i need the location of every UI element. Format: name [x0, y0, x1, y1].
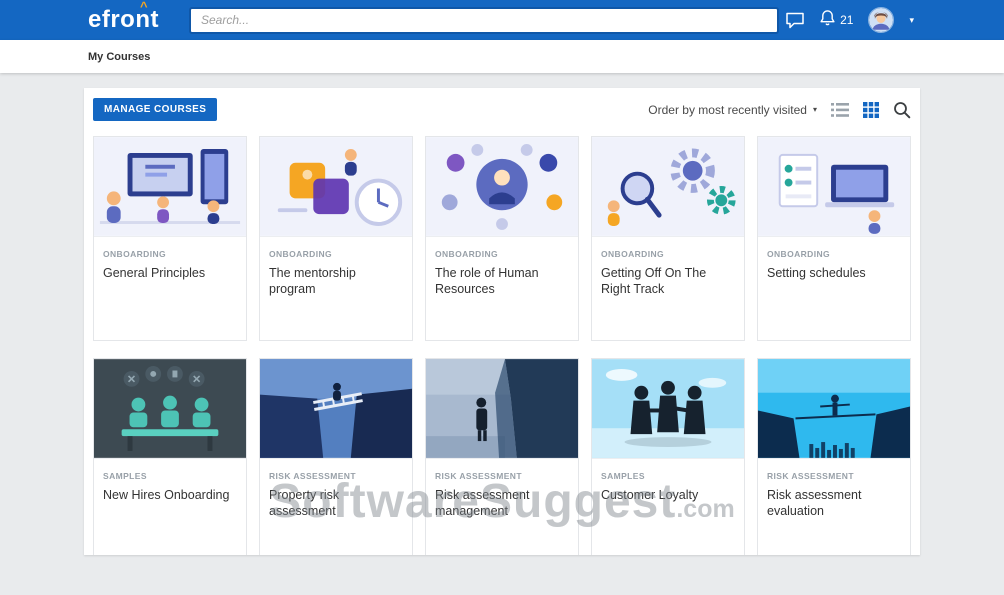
course-card-body: ONBOARDING Setting schedules — [758, 237, 910, 282]
efront-logo[interactable]: efront ^ — [88, 6, 159, 34]
course-card[interactable]: RISK ASSESSMENT Risk assessment managemen… — [425, 358, 579, 555]
page-title: My Courses — [88, 51, 150, 63]
courses-toolbar: MANAGE COURSES Order by most recently vi… — [84, 88, 920, 121]
chevron-down-icon: ▾ — [813, 105, 817, 114]
course-thumbnail[interactable] — [260, 137, 412, 237]
course-card-body: ONBOARDING The role of Human Resources — [426, 237, 578, 297]
page: efront ^ 21 ▾ My Courses — [0, 0, 1004, 595]
course-category: SAMPLES — [103, 471, 237, 481]
course-title[interactable]: General Principles — [103, 266, 237, 282]
course-title[interactable]: New Hires Onboarding — [103, 488, 237, 504]
notification-count: 21 — [840, 13, 853, 27]
course-title[interactable]: Customer Loyalty — [601, 488, 735, 504]
course-thumbnail[interactable] — [592, 137, 744, 237]
course-card[interactable]: ONBOARDING The role of Human Resources — [425, 136, 579, 341]
top-bar: efront ^ 21 ▾ — [0, 0, 1004, 40]
grid-view-icon[interactable] — [863, 102, 879, 118]
course-card-body: ONBOARDING General Principles — [94, 237, 246, 282]
course-thumbnail[interactable] — [758, 359, 910, 459]
avatar[interactable] — [868, 7, 894, 33]
chevron-down-icon[interactable]: ▾ — [909, 15, 914, 26]
course-card-body: RISK ASSESSMENT Property risk assessment — [260, 459, 412, 519]
course-thumbnail[interactable] — [592, 359, 744, 459]
course-card[interactable]: ONBOARDING Getting Off On The Right Track — [591, 136, 745, 341]
course-card[interactable]: ONBOARDING Setting schedules — [757, 136, 911, 341]
main-content: MANAGE COURSES Order by most recently vi… — [0, 73, 1004, 595]
course-title[interactable]: Risk assessment evaluation — [767, 488, 901, 519]
course-card[interactable]: RISK ASSESSMENT Property risk assessment — [259, 358, 413, 555]
course-category: RISK ASSESSMENT — [435, 471, 569, 481]
bell-icon — [820, 9, 835, 31]
course-title[interactable]: Getting Off On The Right Track — [601, 266, 735, 297]
course-category: ONBOARDING — [435, 249, 569, 259]
course-title[interactable]: Setting schedules — [767, 266, 901, 282]
toolbar-right: Order by most recently visited ▾ — [648, 101, 911, 119]
course-title[interactable]: The role of Human Resources — [435, 266, 569, 297]
search-box — [189, 7, 779, 34]
sub-header: My Courses — [0, 40, 1004, 73]
course-category: RISK ASSESSMENT — [767, 471, 901, 481]
course-grid: ONBOARDING General Principles ONBOARDING Th… — [84, 136, 920, 555]
course-thumbnail[interactable] — [758, 137, 910, 237]
course-card-body: ONBOARDING Getting Off On The Right Track — [592, 237, 744, 297]
course-card[interactable]: ONBOARDING General Principles — [93, 136, 247, 341]
course-title[interactable]: The mentorship program — [269, 266, 403, 297]
order-by-dropdown[interactable]: Order by most recently visited ▾ — [648, 103, 817, 117]
course-card[interactable]: SAMPLES Customer Loyalty — [591, 358, 745, 555]
order-by-label: Order by most recently visited — [648, 103, 807, 117]
course-category: ONBOARDING — [103, 249, 237, 259]
search-input[interactable] — [189, 7, 779, 34]
course-card[interactable]: SAMPLES New Hires Onboarding — [93, 358, 247, 555]
course-card-body: SAMPLES Customer Loyalty — [592, 459, 744, 504]
course-thumbnail[interactable] — [94, 137, 246, 237]
search-icon[interactable] — [893, 101, 911, 119]
course-card-body: SAMPLES New Hires Onboarding — [94, 459, 246, 504]
course-card-body: RISK ASSESSMENT Risk assessment evaluatio… — [758, 459, 910, 519]
course-card[interactable]: ONBOARDING The mentorship program — [259, 136, 413, 341]
courses-panel: MANAGE COURSES Order by most recently vi… — [84, 88, 920, 555]
course-category: ONBOARDING — [269, 249, 403, 259]
notifications-button[interactable]: 21 — [820, 9, 853, 31]
topbar-actions: 21 ▾ — [785, 7, 914, 33]
logo-text: efront — [88, 6, 159, 33]
course-title[interactable]: Property risk assessment — [269, 488, 403, 519]
course-thumbnail[interactable] — [426, 137, 578, 237]
course-thumbnail[interactable] — [260, 359, 412, 459]
course-category: RISK ASSESSMENT — [269, 471, 403, 481]
course-card[interactable]: RISK ASSESSMENT Risk assessment evaluatio… — [757, 358, 911, 555]
course-thumbnail[interactable] — [94, 359, 246, 459]
manage-courses-button[interactable]: MANAGE COURSES — [93, 98, 217, 121]
course-thumbnail[interactable] — [426, 359, 578, 459]
course-card-body: RISK ASSESSMENT Risk assessment managemen… — [426, 459, 578, 519]
course-category: ONBOARDING — [601, 249, 735, 259]
course-title[interactable]: Risk assessment management — [435, 488, 569, 519]
course-category: SAMPLES — [601, 471, 735, 481]
list-view-icon[interactable] — [831, 103, 849, 117]
logo-accent: ^ — [140, 0, 148, 14]
course-card-body: ONBOARDING The mentorship program — [260, 237, 412, 297]
messages-icon[interactable] — [785, 12, 805, 29]
course-category: ONBOARDING — [767, 249, 901, 259]
